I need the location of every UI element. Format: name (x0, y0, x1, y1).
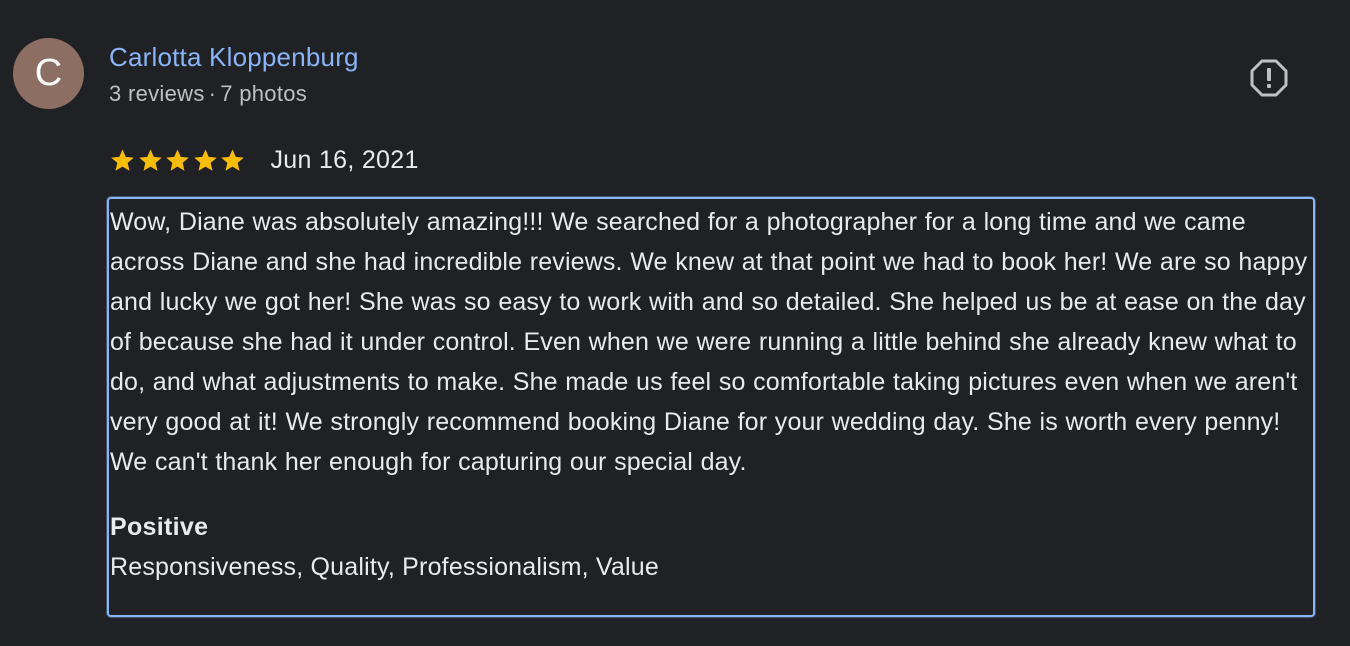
attribute-heading: Positive (110, 513, 209, 541)
author-name-link[interactable]: Carlotta Kloppenburg (109, 42, 359, 73)
photo-count: 7 photos (220, 81, 308, 106)
review-body[interactable]: Wow, Diane was absolutely amazing!!! We … (107, 197, 1315, 617)
attribute-values: Responsiveness, Quality, Professionalism… (110, 553, 659, 581)
avatar[interactable]: C (13, 38, 84, 109)
review-date: Jun 16, 2021 (270, 145, 419, 174)
report-icon (1250, 59, 1288, 97)
star-rating (109, 147, 247, 174)
star-icon (193, 148, 217, 171)
star-icon (111, 148, 134, 171)
star-icon (221, 148, 244, 171)
rating-row: Jun 16, 2021 (109, 143, 419, 177)
review-text: Wow, Diane was absolutely amazing!!! We … (110, 208, 1308, 476)
report-review-button[interactable] (1248, 57, 1290, 99)
review-card: C Carlotta Kloppenburg 3 reviews · 7 photo… (0, 0, 1350, 646)
star-icon (166, 148, 189, 171)
meta-separator: · (208, 81, 217, 106)
star-icon (138, 148, 162, 171)
review-count: 3 reviews (109, 81, 205, 106)
author-meta: 3 reviews · 7 photos (109, 81, 307, 107)
